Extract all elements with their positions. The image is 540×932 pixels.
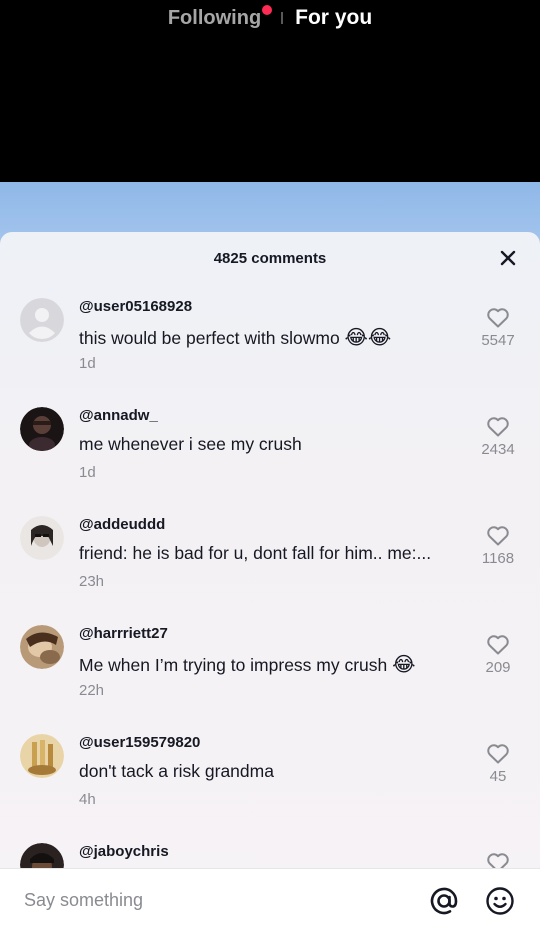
comment-count: 4825 comments <box>213 249 327 267</box>
comment-text: this would be perfect with slowmo 😂😂 <box>79 325 391 350</box>
comment-username[interactable]: @user159579820 <box>79 734 200 751</box>
comment-emoji: 😂😂 <box>344 327 392 349</box>
comment-item: @addeuddd friend: he is bad for u, dont … <box>0 516 540 625</box>
comment-username[interactable]: @jaboychris <box>79 843 169 860</box>
comment-item: @annadw_ me whenever i see my crush 1d 2… <box>0 407 540 516</box>
default-avatar-icon <box>20 298 64 342</box>
comment-time: 4h <box>79 791 96 808</box>
emoji-button[interactable] <box>484 885 516 917</box>
comment-username[interactable]: @harrriett27 <box>79 625 168 642</box>
comment-text-body: Me when I’m trying to impress my crush <box>79 655 388 675</box>
comment-username[interactable]: @annadw_ <box>79 407 158 424</box>
comment-emoji: 😂 <box>392 654 416 676</box>
close-icon <box>500 250 516 266</box>
heart-icon <box>487 526 509 546</box>
avatar[interactable] <box>20 407 64 451</box>
like-button[interactable]: 45 <box>468 742 528 785</box>
comment-text-body: this would be perfect with slowmo <box>79 328 340 348</box>
comment-item: @user05168928 this would be perfect with… <box>0 298 540 407</box>
heart-icon <box>487 417 509 437</box>
comment-item: @harrriett27 Me when I’m trying to impre… <box>0 625 540 734</box>
avatar[interactable] <box>20 625 64 669</box>
photo-avatar-icon <box>20 625 64 669</box>
photo-avatar-icon <box>20 407 64 451</box>
tab-for-you[interactable]: For you <box>295 6 372 30</box>
comment-username[interactable]: @user05168928 <box>79 298 192 315</box>
nav-divider <box>281 12 284 24</box>
tab-following[interactable]: Following <box>167 4 273 30</box>
like-count: 5547 <box>481 332 515 349</box>
comment-text: Me when I’m trying to impress my crush 😂 <box>79 652 416 677</box>
comment-item: @user159579820 don't tack a risk grandma… <box>0 734 540 843</box>
smiley-icon <box>486 886 514 915</box>
comment-time: 1d <box>79 355 96 372</box>
avatar[interactable] <box>20 734 64 778</box>
photo-avatar-icon <box>20 516 64 560</box>
like-count: 2434 <box>481 441 515 458</box>
heart-icon <box>487 308 509 328</box>
comment-text: don't tack a risk grandma <box>79 761 274 781</box>
comment-username[interactable]: @addeuddd <box>79 516 165 533</box>
comment-input[interactable] <box>24 890 428 911</box>
heart-icon <box>487 635 509 655</box>
comment-text: friend: he is bad for u, dont fall for h… <box>79 543 432 563</box>
like-count: 209 <box>485 659 511 676</box>
comment-time: 1d <box>79 464 96 481</box>
comment-text: me whenever i see my crush <box>79 434 302 454</box>
tab-following-label: Following <box>167 6 262 29</box>
like-count: 1168 <box>481 550 515 567</box>
avatar[interactable] <box>20 516 64 560</box>
mention-button[interactable] <box>428 885 460 917</box>
avatar[interactable] <box>20 298 64 342</box>
comments-header: 4825 comments <box>0 232 540 284</box>
like-button[interactable]: 5547 <box>468 306 528 349</box>
like-count: 45 <box>489 768 507 785</box>
comment-input-bar <box>0 868 540 932</box>
heart-icon <box>487 744 509 764</box>
like-button[interactable]: 1168 <box>468 524 528 567</box>
like-button[interactable]: 209 <box>468 633 528 676</box>
like-button[interactable]: 2434 <box>468 415 528 458</box>
notification-dot <box>262 4 273 15</box>
top-nav: Following For you <box>0 0 540 36</box>
comments-sheet: 4825 comments @user05168928 this would b… <box>0 232 540 932</box>
at-sign-icon <box>430 887 458 914</box>
comment-time: 22h <box>79 682 105 699</box>
comment-time: 23h <box>79 573 105 590</box>
photo-avatar-icon <box>20 734 64 778</box>
close-button[interactable] <box>496 246 520 270</box>
